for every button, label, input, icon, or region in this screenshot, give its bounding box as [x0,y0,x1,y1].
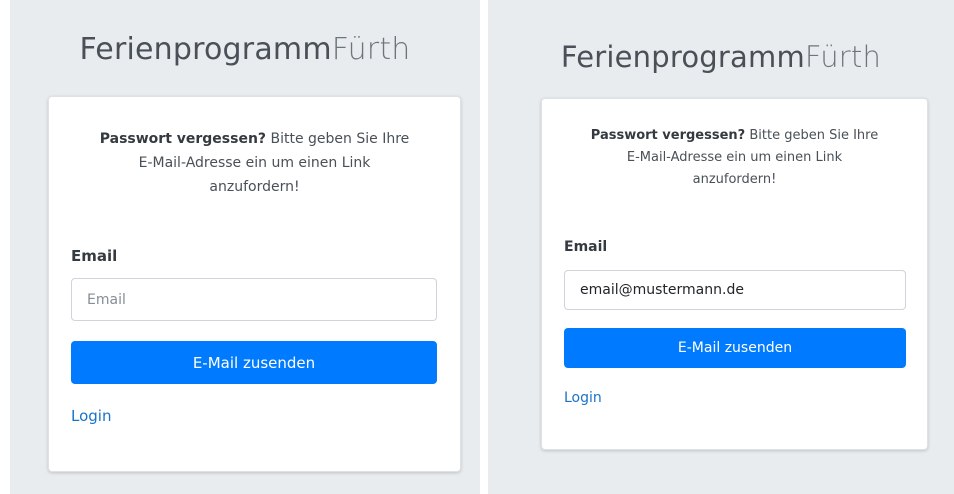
email-input[interactable] [71,278,437,321]
brand-city: Fürth [331,32,411,67]
login-link[interactable]: Login [71,407,111,425]
message-heading: Passwort vergessen? [99,131,267,147]
login-link[interactable]: Login [564,390,602,406]
brand-title: FerienprogrammFürth [488,40,954,74]
send-email-button[interactable]: E-Mail zusenden [564,328,906,368]
email-input[interactable] [564,270,906,310]
send-email-button[interactable]: E-Mail zusenden [71,341,437,384]
message-line-3: anzufordern! [692,172,777,187]
forgot-password-message: Passwort vergessen? Bitte geben Sie Ihre… [49,127,460,199]
brand-name: Ferienprogramm [560,40,805,74]
message-line-3: anzufordern! [209,179,300,195]
brand-city: Fürth [804,40,882,74]
forgot-password-message: Passwort vergessen? Bitte geben Sie Ihre… [542,125,927,191]
email-label: Email [71,247,118,265]
forgot-password-card: Passwort vergessen? Bitte geben Sie Ihre… [541,98,928,450]
email-label: Email [564,239,608,255]
forgot-password-card: Passwort vergessen? Bitte geben Sie Ihre… [48,96,461,472]
brand-name: Ferienprogramm [79,32,332,67]
right-screen: FerienprogrammFürth Passwort vergessen? … [488,0,954,494]
left-screen: FerienprogrammFürth Passwort vergessen? … [10,0,480,494]
message-line-1: Bitte geben Sie Ihre [749,128,879,143]
message-line-2: E-Mail-Adresse ein um einen Link [626,150,843,165]
brand-title: FerienprogrammFürth [10,32,480,67]
message-line-1: Bitte geben Sie Ihre [270,131,410,147]
message-line-2: E-Mail-Adresse ein um einen Link [138,155,371,171]
message-heading: Passwort vergessen? [590,128,746,143]
